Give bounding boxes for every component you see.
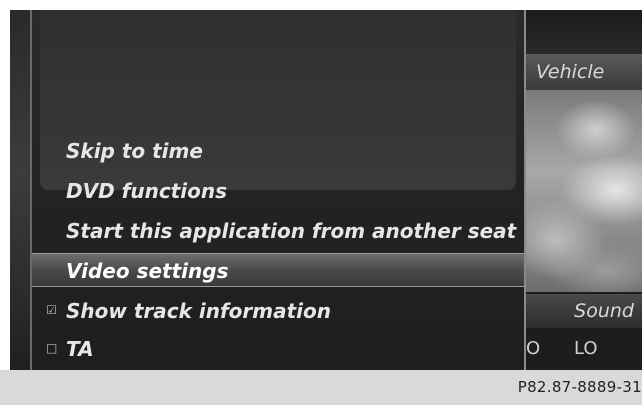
menu-item-video-settings[interactable]: Video settings <box>32 253 524 287</box>
right-top-area <box>526 10 642 54</box>
checkbox-checked-icon[interactable]: ☑ <box>46 304 57 316</box>
menu-item-dvd-functions[interactable]: DVD functions <box>66 174 227 208</box>
background-left <box>10 10 30 370</box>
vehicle-tab[interactable]: Vehicle <box>526 54 642 90</box>
figure-caption: P82.87-8889-31 <box>0 370 642 405</box>
options-menu: Skip to time DVD functions Start this ap… <box>30 10 526 370</box>
sound-tab[interactable]: Sound <box>526 294 642 328</box>
menu-item-start-from-another-seat[interactable]: Start this application from another seat <box>66 214 516 248</box>
option-label: TA <box>66 337 94 361</box>
option-show-track-information[interactable]: ☑ Show track information <box>32 294 524 328</box>
checkbox-unchecked-icon[interactable]: □ <box>46 342 57 354</box>
option-label: Show track information <box>66 299 331 323</box>
menu-item-skip-to-time[interactable]: Skip to time <box>66 134 203 168</box>
media-screen: Vehicle Sound O LO Skip to time DVD func… <box>10 10 642 370</box>
option-ta[interactable]: □ TA <box>32 332 524 366</box>
eq-row: O LO <box>526 332 642 366</box>
eq-right-label: LO <box>574 338 598 359</box>
right-panel: Vehicle Sound O LO <box>526 10 642 370</box>
eq-left-label: O <box>526 338 541 359</box>
cloud-image <box>526 90 642 292</box>
